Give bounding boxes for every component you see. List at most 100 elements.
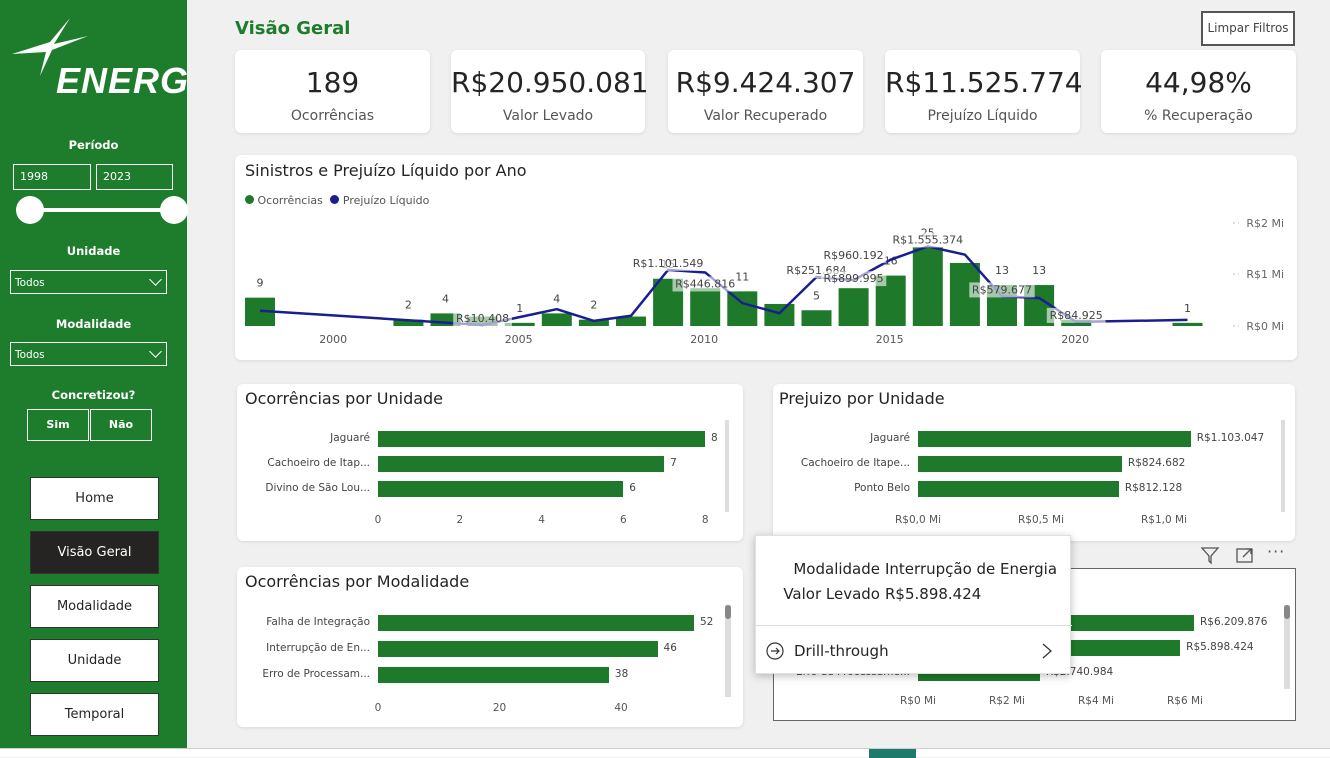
periodo-label: Período	[68, 138, 119, 152]
bar-value-label: 8	[711, 432, 718, 444]
kpi-label: Prejuízo Líquido	[927, 108, 1038, 124]
kpi-card-valor-levado: R$20.950.081 Valor Levado	[451, 50, 649, 133]
bar[interactable]	[378, 456, 665, 472]
kpi-value: 189	[305, 66, 360, 99]
tooltip-key: Modalidade	[793, 560, 880, 578]
kpi-label: Ocorrências	[290, 108, 375, 124]
tooltip: Modalidade Interrupção de Energia Valor …	[755, 535, 1072, 674]
bar-data-label: 2	[405, 299, 412, 312]
x-tick-label: 2020	[1061, 333, 1089, 346]
nav-unidade-button[interactable]: Unidade	[30, 639, 159, 682]
year-to-input[interactable]: 2023	[96, 164, 173, 190]
concretizou-label: Concretizou?	[51, 388, 136, 402]
combo-chart-card: Sinistros e Prejuízo Líquido por Ano Oco…	[235, 155, 1297, 360]
drill-through-item[interactable]: Drill-through	[756, 626, 1072, 674]
bar-value-label: R$5.898.424	[1186, 641, 1254, 653]
bar-data-label: 5	[813, 289, 820, 302]
kpi-card-ocorrencias: 189 Ocorrências	[235, 50, 430, 133]
focus-mode-icon[interactable]	[1235, 545, 1255, 565]
y2-tick-label: R$2 Mi	[1246, 217, 1284, 230]
nav-modalidade-button[interactable]: Modalidade	[30, 585, 159, 628]
x-tick-label: 2005	[505, 333, 533, 346]
tooltip-value: R$5.898.424	[885, 585, 982, 603]
kpi-card-recuperacao: 44,98% % Recuperação	[1101, 50, 1296, 133]
nav-visao-geral-button[interactable]: Visão Geral	[30, 531, 159, 574]
bar-data-label: 4	[442, 292, 449, 305]
page-tabs-strip	[0, 748, 1330, 758]
x-tick-label: 0	[374, 702, 382, 714]
drill-through-label: Drill-through	[794, 642, 889, 660]
line-data-label: R$10.408	[456, 312, 509, 325]
year-from-input[interactable]: 1998	[13, 164, 91, 190]
bar-data-label: 1	[516, 302, 523, 315]
bar[interactable]	[378, 667, 609, 683]
tooltip-value: Interrupção de Energia	[885, 560, 1058, 578]
x-tick-label: R$0,0 Mi	[895, 514, 941, 526]
bar-category-label: Erro de Processam...	[262, 668, 370, 680]
period-slider-end-handle[interactable]	[160, 196, 188, 224]
bar[interactable]	[378, 431, 705, 447]
bar-category-label: Ponto Belo	[854, 482, 910, 494]
ocorrencias-bar	[801, 310, 832, 326]
kpi-label: Valor Recuperado	[703, 108, 828, 124]
page-title: Visão Geral	[235, 18, 351, 39]
ocorrencias-modalidade-bars: Falha de Integração 52 Interrupção de En..…	[237, 567, 743, 727]
ocorrencias-unidade-card: Ocorrências por Unidade Jaguaré 8 Cachoeir…	[237, 384, 743, 541]
ocorrencias-bar	[912, 247, 943, 326]
modalidade-label: Modalidade	[55, 317, 132, 331]
bar-data-label: 13	[1032, 264, 1046, 277]
kpi-value: R$11.525.774	[885, 66, 1083, 99]
bar[interactable]	[378, 481, 624, 497]
bar[interactable]	[918, 456, 1122, 472]
bar-value-label: R$824.682	[1127, 457, 1186, 469]
y2-tick-label: R$1 Mi	[1246, 268, 1284, 281]
bar-category-label: Cachoeiro de Itap...	[267, 457, 370, 469]
x-tick-label: 20	[492, 702, 507, 714]
ocorrencias-unidade-bars: Jaguaré 8 Cachoeiro de Itap... 7 Divino de S…	[237, 384, 743, 541]
chevron-down-icon	[149, 345, 162, 358]
line-data-label: R$1.101.549	[633, 257, 704, 270]
bar-value-label: R$6.209.876	[1200, 616, 1268, 628]
bar-value-label: R$1.103.047	[1196, 432, 1265, 444]
period-slider-start-handle[interactable]	[16, 196, 44, 224]
kpi-value: R$20.950.081	[451, 66, 649, 99]
unidade-dropdown[interactable]: Todos	[10, 270, 167, 294]
y2-tick-label: R$0 Mi	[1246, 320, 1284, 333]
kpi-label: Valor Levado	[502, 108, 594, 124]
clear-filters-button[interactable]: Limpar Filtros	[1201, 11, 1295, 46]
drill-through-icon	[766, 642, 784, 660]
x-tick-label: 2010	[690, 333, 718, 346]
filter-icon[interactable]	[1200, 545, 1220, 565]
ocorrencias-bar	[727, 291, 758, 326]
bar-category-label: Cachoeiro de Itape...	[800, 457, 910, 469]
x-tick-label: R$4 Mi	[1078, 695, 1114, 707]
nao-button[interactable]: Não	[90, 409, 152, 441]
chevron-right-icon	[1042, 643, 1052, 659]
x-tick-label: 0	[374, 514, 382, 526]
bar-category-label: Falha de Integração	[266, 616, 370, 628]
x-tick-label: 2	[456, 514, 464, 526]
bar[interactable]	[378, 641, 658, 657]
bar-value-label: 7	[670, 457, 677, 469]
bar-value-label: 46	[663, 642, 677, 654]
modalidade-dropdown[interactable]: Todos	[10, 342, 167, 366]
bar-category-label: Divino de São Lou...	[265, 482, 370, 494]
bar-data-label: 13	[995, 264, 1009, 277]
ocorrencias-bar	[764, 303, 795, 326]
bar[interactable]	[918, 481, 1119, 497]
kpi-card-valor-recuperado: R$9.424.307 Valor Recuperado	[668, 50, 863, 133]
bar-value-label: 38	[614, 668, 629, 680]
prejuizo-unidade-card: Prejuizo por Unidade Jaguaré R$1.103.047 C…	[773, 384, 1295, 541]
bar-category-label: Jaguaré	[330, 432, 370, 444]
line-data-label: R$579.677	[972, 283, 1032, 296]
bar[interactable]	[378, 615, 694, 631]
sim-button[interactable]: Sim	[27, 409, 89, 441]
kpi-label: % Recuperação	[1144, 108, 1253, 124]
ocorrencias-bar	[838, 288, 869, 326]
more-options-icon[interactable]: ···	[1267, 542, 1285, 561]
nav-temporal-button[interactable]: Temporal	[30, 693, 159, 736]
line-data-label: R$446.816	[675, 277, 735, 290]
nav-home-button[interactable]: Home	[30, 477, 159, 520]
bar[interactable]	[918, 431, 1191, 447]
bar-data-label: 4	[553, 292, 560, 305]
